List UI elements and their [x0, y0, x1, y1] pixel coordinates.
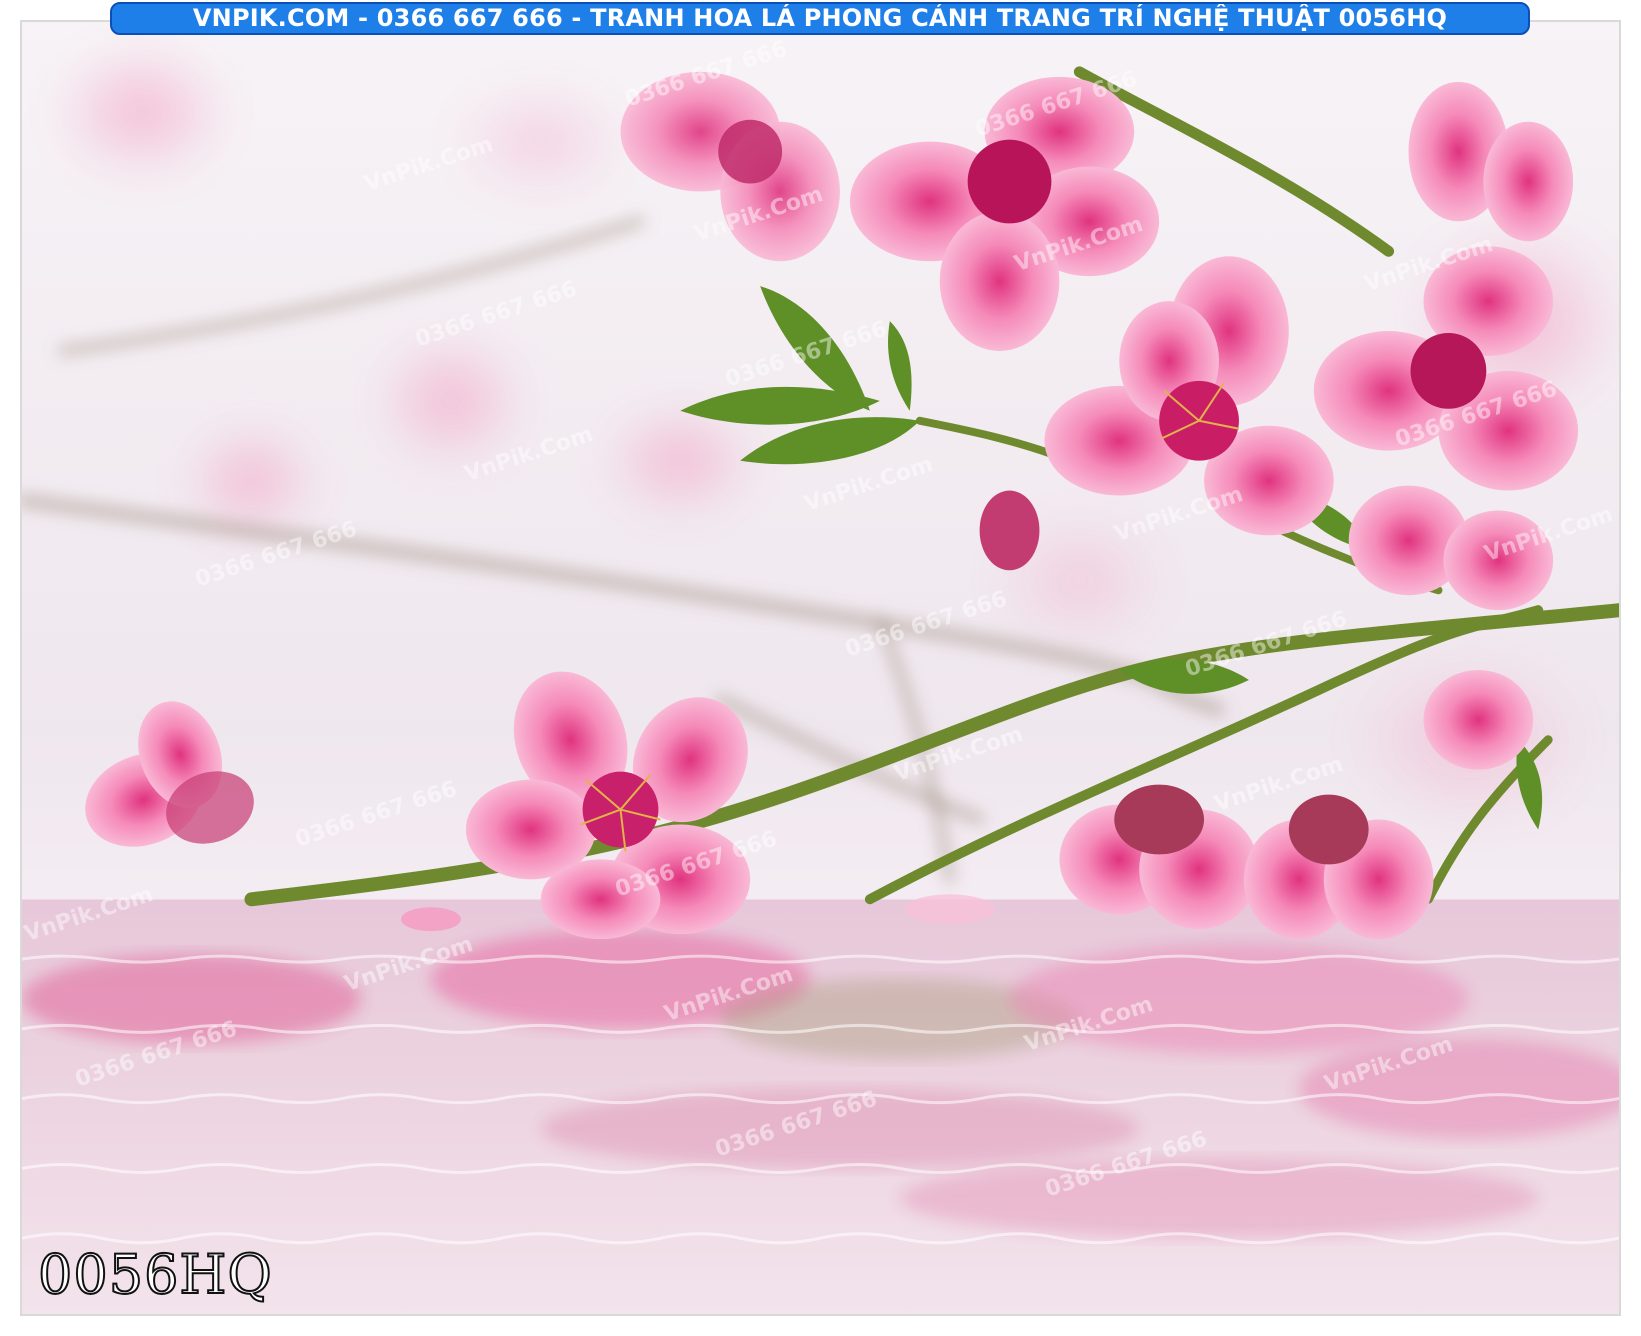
product-code: 0056HQ — [37, 1243, 273, 1306]
title-banner: VNPIK.COM - 0366 667 666 - TRANH HOA LÁ … — [110, 2, 1530, 35]
blossom-photo: 0366 667 666 0366 667 666 VnPik.Com VnPi… — [20, 20, 1621, 1316]
artwork-frame: 0366 667 666 0366 667 666 VnPik.Com VnPi… — [0, 0, 1641, 1336]
blossom-illustration — [22, 22, 1619, 1314]
